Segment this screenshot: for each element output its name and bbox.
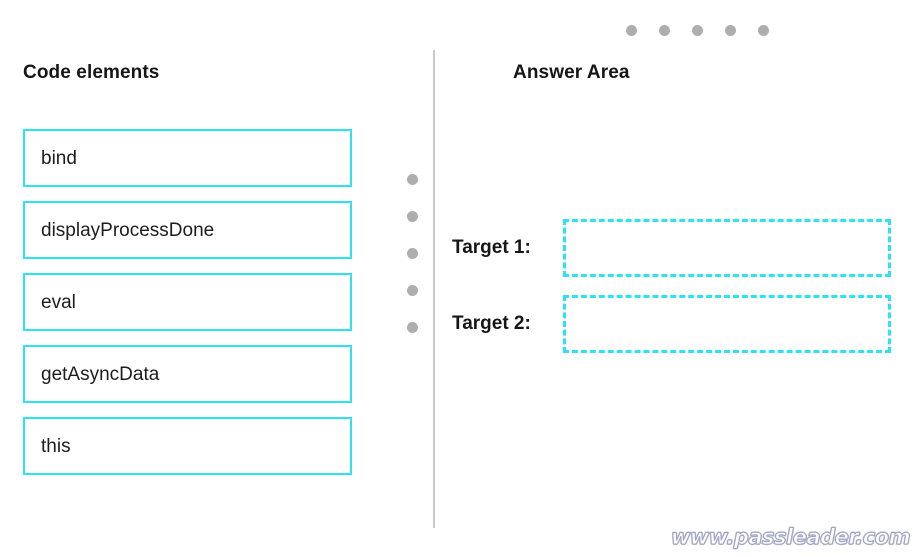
code-element-chip[interactable]: displayProcessDone — [23, 201, 352, 259]
code-element-label: bind — [41, 147, 77, 169]
decorative-dot — [407, 174, 418, 185]
column-divider — [433, 50, 435, 528]
target-1-label: Target 1: — [452, 237, 531, 258]
code-element-label: displayProcessDone — [41, 219, 215, 241]
code-element-label: getAsyncData — [41, 363, 160, 385]
decorative-dot — [407, 211, 418, 222]
code-elements-heading: Code elements — [23, 62, 160, 83]
target-2-label: Target 2: — [452, 313, 531, 334]
decorative-dot — [407, 248, 418, 259]
decorative-dot — [407, 285, 418, 296]
decorative-dot — [626, 25, 637, 36]
code-element-label: eval — [41, 291, 76, 313]
decorative-dot — [725, 25, 736, 36]
target-row: Target 2: — [452, 295, 891, 353]
code-element-chip[interactable]: eval — [23, 273, 352, 331]
code-element-chip[interactable]: getAsyncData — [23, 345, 352, 403]
target-2-dropzone[interactable] — [563, 295, 891, 353]
target-1-dropzone[interactable] — [563, 219, 891, 277]
decorative-dot — [659, 25, 670, 36]
target-row: Target 1: — [452, 219, 891, 277]
decorative-dot — [407, 322, 418, 333]
code-elements-list: bind displayProcessDone eval getAsyncData th… — [23, 129, 352, 475]
decorative-dot — [758, 25, 769, 36]
site-watermark: www.passleader.com — [670, 525, 911, 550]
answer-area-heading: Answer Area — [513, 62, 630, 83]
code-element-label: this — [41, 435, 71, 457]
question-canvas: Code elements bind displayProcessDone eval… — [0, 0, 924, 557]
code-element-chip[interactable]: bind — [23, 129, 352, 187]
code-element-chip[interactable]: this — [23, 417, 352, 475]
decorative-dot — [692, 25, 703, 36]
